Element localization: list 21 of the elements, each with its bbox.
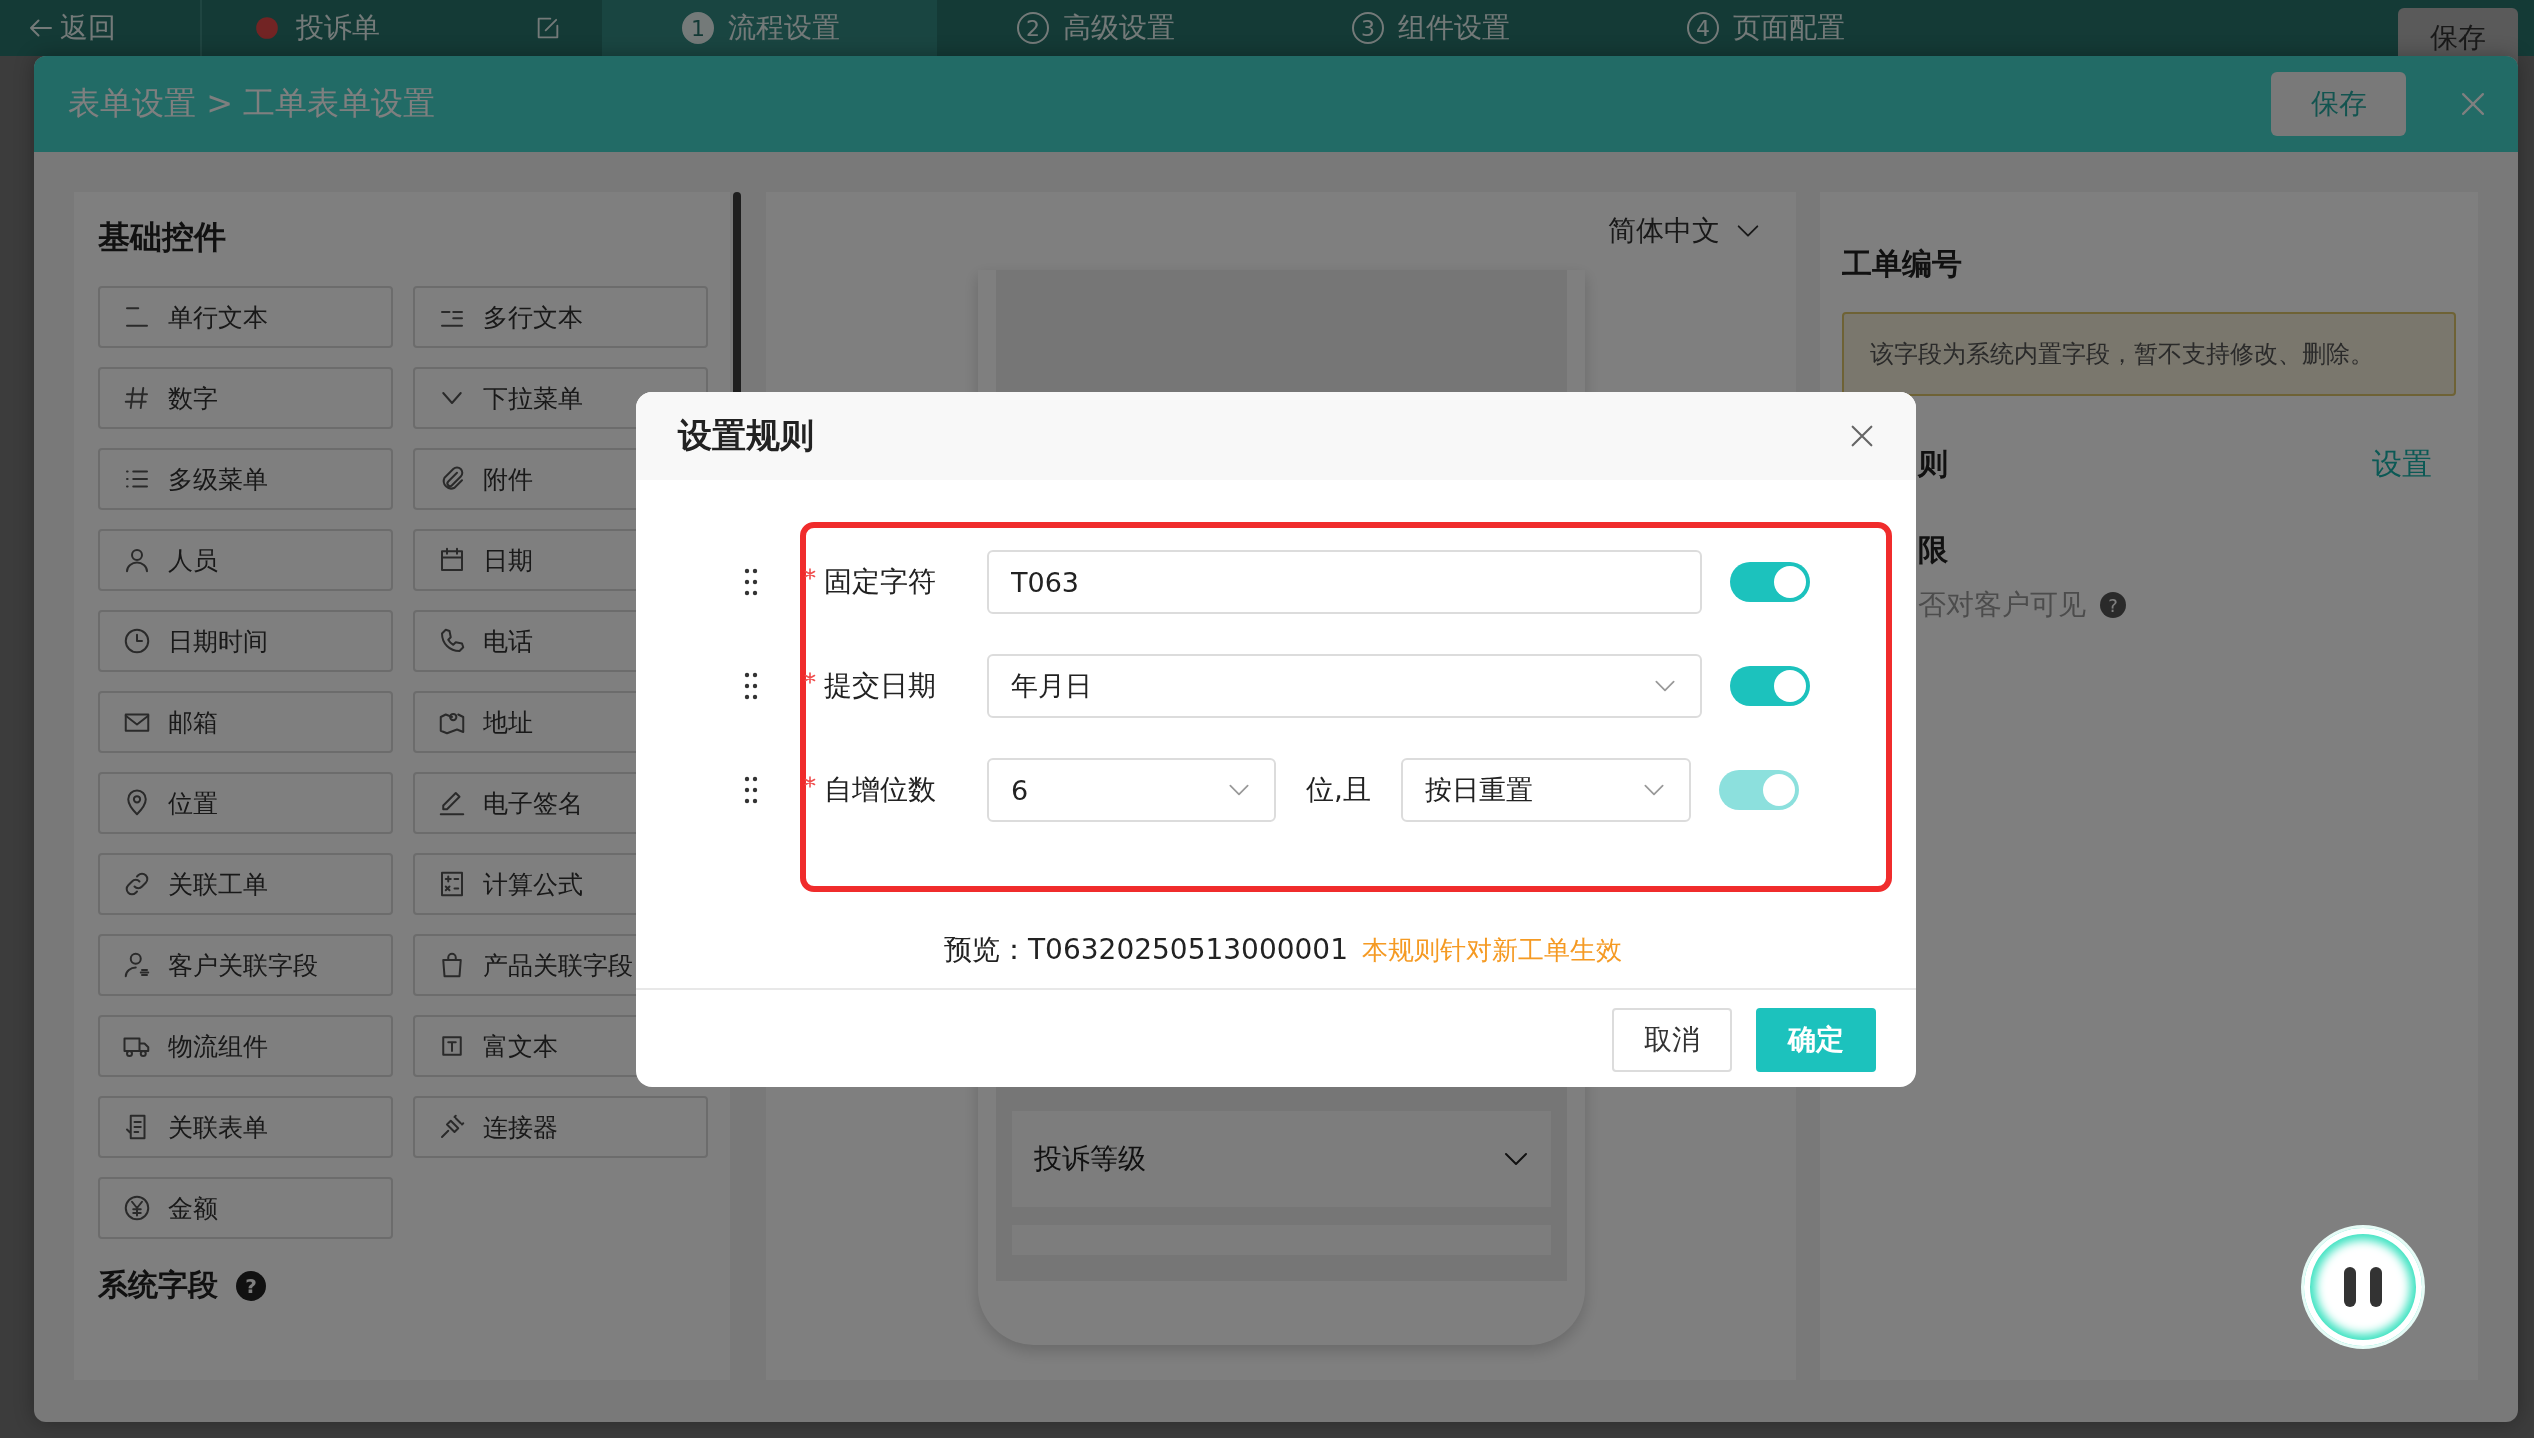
section-title: 则 — [1918, 444, 1948, 483]
breadcrumb: 表单设置 > 工单表单设置 — [68, 83, 437, 124]
notice-banner: 该字段为系统内置字段，暂不支持修改、删除。 — [1842, 312, 2456, 396]
step-number-badge: 1 — [682, 12, 714, 44]
help-icon: ? — [2100, 592, 2126, 618]
field-label: 自增位数 — [824, 772, 937, 808]
step-number-badge: 2 — [1017, 12, 1049, 44]
field-label: 提交日期 — [824, 668, 937, 704]
section-title: 限 — [1918, 530, 1948, 569]
section-title: 基础控件 — [98, 217, 227, 258]
section-title: 工单编号 — [1842, 245, 1963, 283]
field-label: 固定字符 — [824, 564, 937, 600]
help-icon: ? — [236, 1270, 266, 1301]
preview-text: 预览：T06320250513000001 — [944, 932, 1348, 968]
form-title: 投诉单 — [296, 10, 381, 46]
step-number-badge: 4 — [1687, 12, 1719, 44]
unit-label: 位,且 — [1305, 772, 1372, 808]
notice-text: 本规则针对新工单生效 — [1361, 933, 1622, 967]
section-title: 系统字段 — [98, 1266, 218, 1304]
step-number-badge: 3 — [1352, 12, 1384, 44]
field-label: 投诉等级 — [1034, 1141, 1147, 1177]
